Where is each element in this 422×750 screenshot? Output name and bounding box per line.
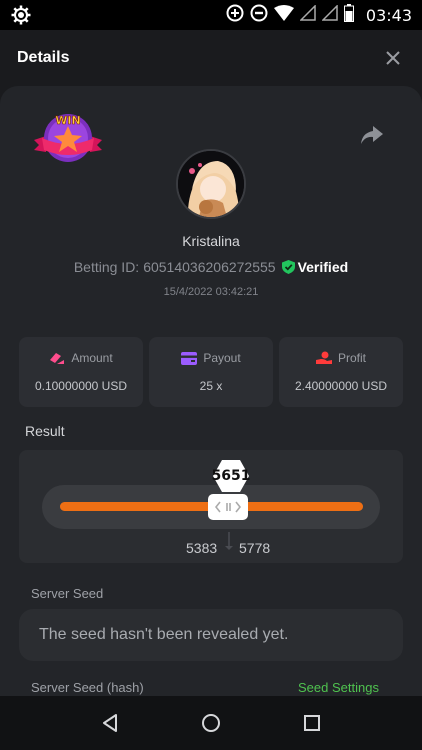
result-value-marker: 5651 (211, 460, 251, 492)
back-button[interactable] (95, 708, 125, 738)
hand-coin-icon (315, 351, 332, 364)
signal-icon-2 (321, 3, 338, 26)
close-icon (386, 51, 400, 65)
result-slider-thumb[interactable] (208, 494, 248, 520)
dnd-icon (250, 4, 268, 27)
data-saver-icon (226, 4, 244, 27)
close-button[interactable] (381, 46, 405, 70)
amount-stat: Amount 0.10000000 USD (19, 337, 143, 407)
range-high: 5778 (239, 540, 271, 556)
share-icon (361, 126, 383, 144)
result-value: 5651 (211, 468, 251, 484)
verified-label: Verified (297, 259, 349, 275)
profit-label: Profit (337, 351, 366, 365)
betting-id-value: 60514036206272555 (143, 259, 276, 275)
wifi-icon (273, 4, 294, 26)
bet-stats: Amount 0.10000000 USD Payout 25 x Profit… (19, 337, 403, 407)
profit-value: 2.40000000 USD (294, 379, 388, 393)
shield-check-icon (281, 260, 295, 274)
betting-id-row: Betting ID: 60514036206272555 Verified (0, 259, 422, 275)
wallet-icon (181, 351, 198, 365)
payout-label: Payout (203, 351, 241, 365)
details-header: Details (0, 30, 422, 86)
money-icon (50, 353, 65, 364)
recents-button[interactable] (297, 708, 327, 738)
server-seed-field: The seed hasn't been revealed yet. (19, 609, 403, 661)
amount-label: Amount (71, 351, 113, 365)
server-seed-label: Server Seed (31, 586, 104, 601)
amount-value: 0.10000000 USD (34, 379, 128, 393)
result-label: Result (25, 423, 65, 439)
verified-badge: Verified (281, 259, 349, 275)
payout-stat: Payout 25 x (149, 337, 273, 407)
win-badge-text: WIN (55, 114, 80, 127)
recents-icon (303, 715, 320, 731)
status-bar: 03:43 (0, 0, 422, 30)
range-divider-icon (223, 532, 235, 550)
system-nav-bar (0, 696, 422, 750)
back-icon (103, 714, 118, 732)
home-button[interactable] (196, 708, 226, 738)
battery-icon (343, 3, 354, 27)
drag-handle-icon (215, 501, 241, 513)
profit-stat: Profit 2.40000000 USD (279, 337, 403, 407)
bet-timestamp: 15/4/2022 03:42:21 (163, 286, 259, 298)
server-seed-hash-label: Server Seed (hash) (31, 680, 144, 695)
gear-icon (10, 4, 32, 26)
home-icon (201, 714, 220, 732)
signal-icon (299, 3, 316, 26)
page-title: Details (17, 49, 70, 66)
avatar (176, 149, 246, 219)
server-seed-message: The seed hasn't been revealed yet. (39, 626, 289, 643)
betting-id-label: Betting ID: (73, 259, 140, 275)
seed-settings-link[interactable]: Seed Settings (298, 680, 379, 695)
win-badge: WIN (32, 110, 104, 166)
share-button[interactable] (360, 124, 384, 146)
range-low: 5383 (186, 540, 218, 556)
username: Kristalina (182, 233, 240, 249)
payout-value: 25 x (199, 379, 223, 393)
status-time: 03:43 (365, 5, 412, 25)
